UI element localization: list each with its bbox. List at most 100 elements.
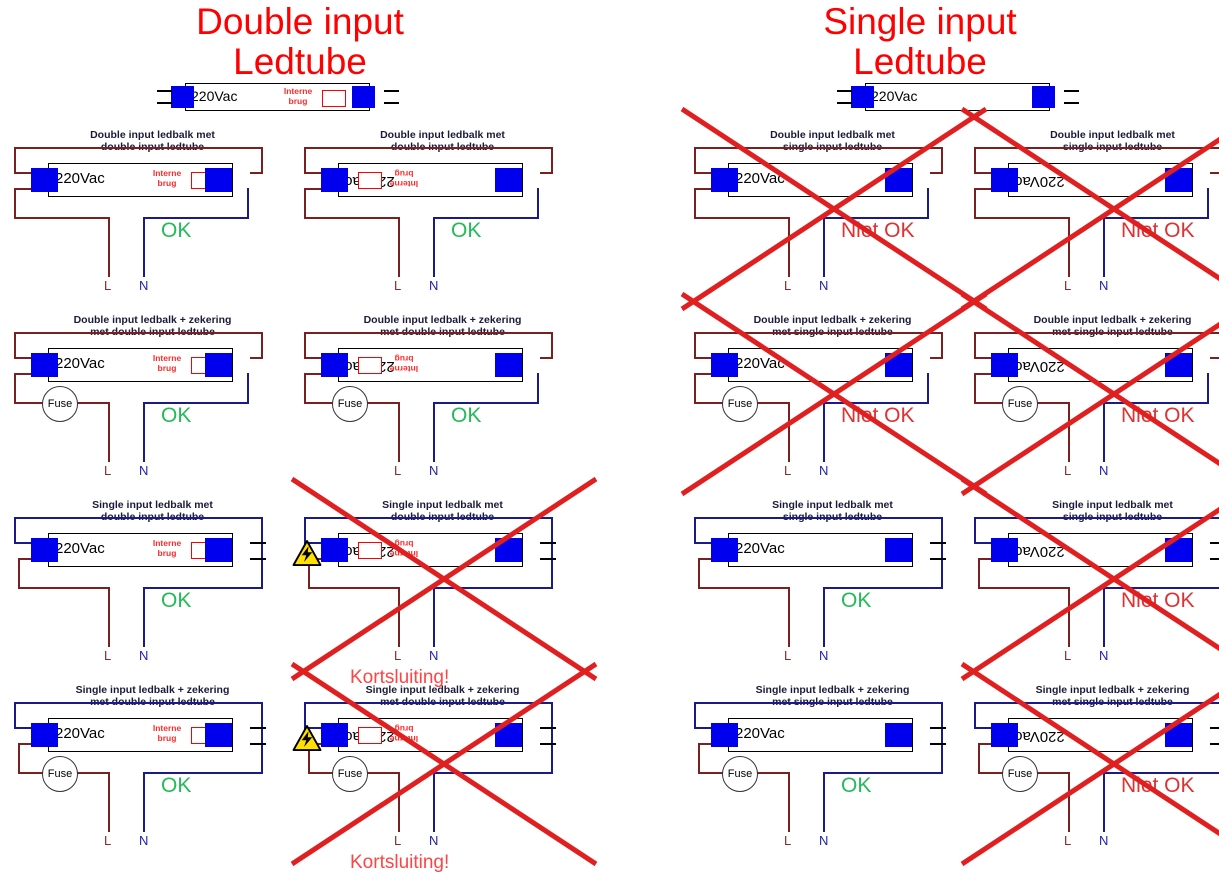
live-rail <box>304 217 400 219</box>
electric-hazard-warning-icon <box>292 725 322 751</box>
ledbalk-left-bottom-stub <box>698 743 711 745</box>
tube-pin-right <box>495 168 522 192</box>
wiring-diagram-cell: Double input ledbalk met single input le… <box>960 106 1219 312</box>
verdict-label: OK <box>451 404 482 427</box>
label-line: L <box>784 278 792 293</box>
wiring-diagram-cell: Single input ledbalk met single input le… <box>680 495 985 667</box>
live-left-downlead <box>18 743 20 772</box>
ledbalk-left-riser <box>304 147 306 172</box>
cell-caption: Double input ledbalk met single input le… <box>770 129 895 153</box>
neutral-rail <box>143 217 249 219</box>
neutral-drop <box>433 772 435 832</box>
live-left-downlead <box>694 188 696 217</box>
tube-pin-right <box>1165 353 1192 377</box>
neutral-rail <box>433 587 553 589</box>
tube-pin-left <box>711 353 738 377</box>
ledbalk-left-top-stub <box>974 542 991 544</box>
tube-voltage-label: 220Vac <box>735 355 785 372</box>
tube-pin-right <box>205 723 232 747</box>
verdict-label: Niet OK <box>1121 589 1195 612</box>
wiring-diagram-cell: Single input ledbalk + zekering met doub… <box>290 661 598 873</box>
interne-brug-label: Interne brug <box>152 353 182 373</box>
interne-brug-label: Interne brug <box>389 724 419 745</box>
live-drop <box>108 587 110 647</box>
ledbalk-right-riser <box>551 147 553 172</box>
tube-pin-right <box>1032 86 1055 108</box>
ledbalk-left-bottom-stub <box>14 188 31 190</box>
ledbalk-right-riser <box>261 332 263 357</box>
column-title-double-input: Double input Ledtube <box>196 1 404 82</box>
live-drop <box>1068 587 1070 647</box>
ledbalk-left-top-stub <box>304 357 321 359</box>
ledbalk-right-downlead <box>1207 188 1209 217</box>
cell-caption: Single input ledbalk met single input le… <box>1052 499 1173 523</box>
tube-pin-left <box>991 723 1018 747</box>
ledbalk-left-riser <box>974 517 976 542</box>
interne-brug-label: Interne brug <box>152 723 182 743</box>
tube-pin-left <box>711 168 738 192</box>
ledbalk-left-top-stub <box>974 357 991 359</box>
pin-lead <box>837 102 852 104</box>
ledbalk-left-bottom-stub <box>18 743 31 745</box>
neutral-rail <box>433 402 539 404</box>
ledbalk-right-riser <box>261 702 263 772</box>
tube-pin-left <box>991 353 1018 377</box>
ledbalk-right-top-stub <box>930 357 943 359</box>
pin-lead-right-bottom <box>930 558 946 560</box>
live-left-downlead <box>974 188 976 217</box>
ledbalk-top-wire <box>974 147 1219 149</box>
ledbalk-left-top-stub <box>14 357 31 359</box>
live-rail <box>18 587 110 589</box>
tube-pin-right <box>885 723 912 747</box>
live-drop <box>398 587 400 647</box>
label-neutral: N <box>139 278 149 293</box>
pin-lead-right-bottom <box>250 743 266 745</box>
tube-pin-right <box>1165 168 1192 192</box>
interne-brug-label: Interne brug <box>389 539 419 560</box>
ledbalk-top-wire <box>14 702 261 704</box>
ledbalk-left-riser <box>14 517 16 542</box>
label-neutral: N <box>819 648 829 663</box>
label-line: L <box>104 463 112 478</box>
ledbalk-left-riser <box>974 332 976 357</box>
neutral-drop <box>433 587 435 647</box>
ledbalk-left-top-stub <box>694 542 711 544</box>
interne-brug-bridge <box>322 90 346 107</box>
live-drop <box>398 772 400 832</box>
ledbalk-left-riser <box>974 702 976 727</box>
live-drop <box>788 772 790 832</box>
pin-lead <box>1064 90 1079 92</box>
cell-caption: Double input ledbalk + zekering met doub… <box>363 314 522 338</box>
pin-lead-right-top <box>540 727 556 729</box>
ledbalk-left-top-stub <box>694 357 711 359</box>
neutral-drop <box>1103 772 1105 832</box>
verdict-label: OK <box>841 589 872 612</box>
neutral-drop <box>823 772 825 832</box>
ledbalk-top-wire <box>974 702 1219 704</box>
label-line: L <box>104 648 112 663</box>
neutral-drop <box>1103 587 1105 647</box>
interne-brug-bridge <box>358 727 382 744</box>
ledbalk-right-riser <box>261 147 263 172</box>
verdict-label: Kortsluiting! <box>350 852 450 873</box>
label-neutral: N <box>139 648 149 663</box>
live-drop <box>788 587 790 647</box>
label-line: L <box>394 278 402 293</box>
live-rail <box>974 217 1070 219</box>
fuse-symbol: Fuse <box>1002 756 1038 792</box>
ledbalk-right-top-stub <box>250 172 263 174</box>
ledbalk-top-wire <box>694 147 941 149</box>
tube-pin-left <box>991 168 1018 192</box>
neutral-drop <box>1103 217 1105 277</box>
wiring-diagram-cell: Single input ledbalk met single input le… <box>960 476 1219 682</box>
tube-pin-right <box>205 353 232 377</box>
live-drop <box>1068 772 1070 832</box>
live-drop <box>788 217 790 277</box>
column-title-single-input: Single input Ledtube <box>823 1 1017 82</box>
verdict-label: Niet OK <box>841 219 915 242</box>
ledbalk-top-wire <box>304 147 551 149</box>
ledbalk-top-wire <box>694 332 941 334</box>
neutral-rail <box>143 402 249 404</box>
ledbalk-right-riser <box>941 332 943 357</box>
ledbalk-left-bottom-stub <box>304 373 321 375</box>
